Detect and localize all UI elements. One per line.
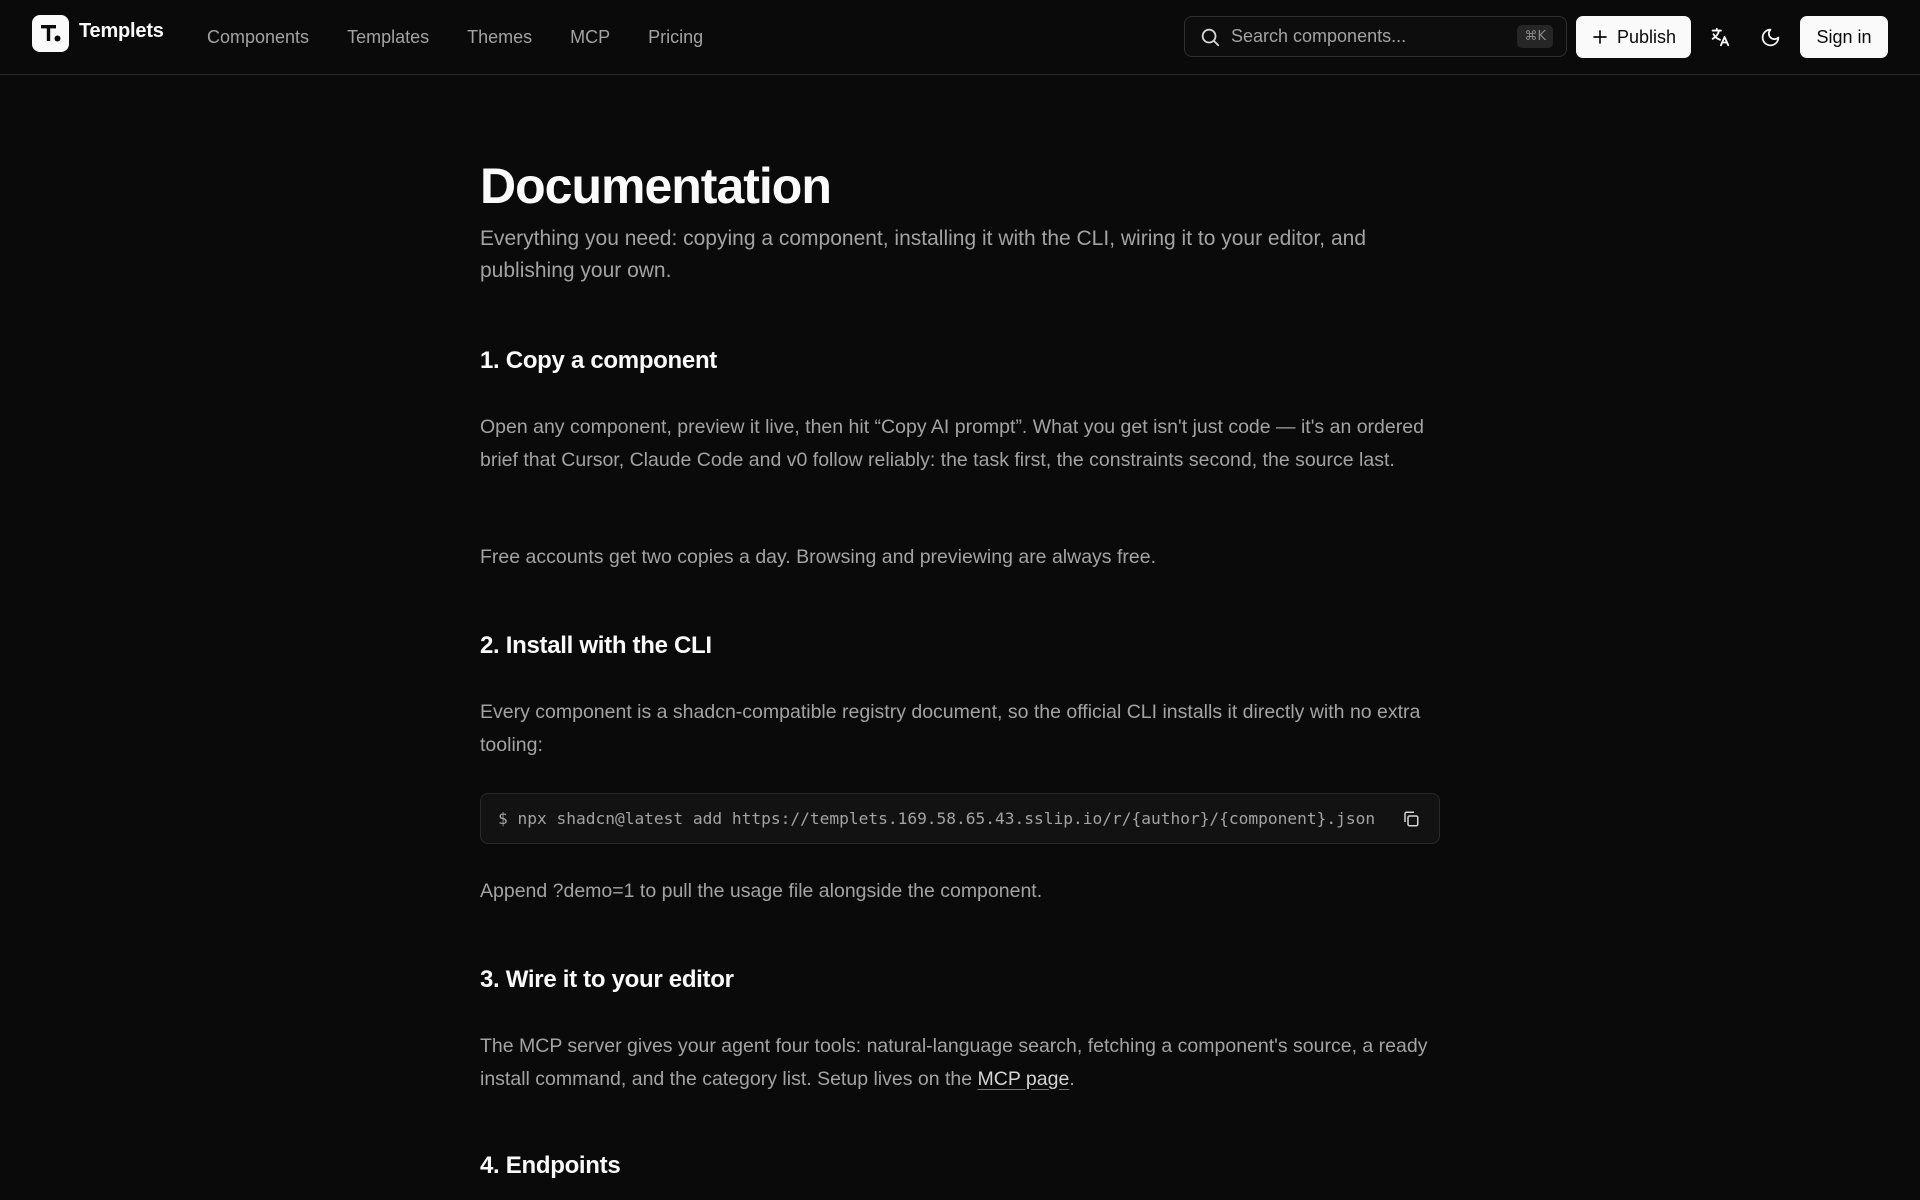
section-heading-cli: 2. Install with the CLI <box>480 632 712 659</box>
nav-link-templates[interactable]: Templates <box>328 27 448 48</box>
top-navbar: Templets Components Templates Themes MCP… <box>0 0 1920 75</box>
brand-name: Templets <box>79 20 164 42</box>
cli-code-block: $ npx shadcn@latest add https://templets… <box>480 793 1440 844</box>
search-shortcut-badge: ⌘K <box>1517 25 1553 48</box>
copy-icon <box>1404 811 1419 826</box>
section-editor-text-end: . <box>1069 1067 1075 1090</box>
nav-link-pricing[interactable]: Pricing <box>629 27 722 48</box>
section-cli-paragraph-1: Every component is a shadcn-compatible r… <box>480 701 1421 756</box>
sign-in-button[interactable]: Sign in <box>1800 16 1888 58</box>
section-heading-copy: 1. Copy a component <box>480 347 717 374</box>
nav-link-components[interactable]: Components <box>188 27 328 48</box>
section-heading-endpoints: 4. Endpoints <box>480 1152 621 1179</box>
translate-icon <box>1711 27 1730 47</box>
main-nav: Components Templates Themes MCP Pricing <box>188 0 722 75</box>
moon-icon <box>1761 28 1779 46</box>
plus-icon <box>1593 30 1607 44</box>
templets-logo-icon <box>32 15 69 52</box>
nav-link-themes[interactable]: Themes <box>448 27 551 48</box>
section-editor-paragraph: The MCP server gives your agent four too… <box>480 1030 1440 1095</box>
mcp-page-link[interactable]: MCP page <box>978 1068 1070 1090</box>
publish-button[interactable]: Publish <box>1576 16 1691 58</box>
search-icon <box>1201 28 1220 46</box>
page-subtitle: Everything you need: copying a component… <box>480 227 1366 282</box>
section-cli-paragraph-2: Append ?demo=1 to pull the usage file al… <box>480 880 1043 902</box>
section-copy-paragraph-1: Open any component, preview it live, the… <box>480 416 1424 471</box>
brand-logo-link[interactable]: Templets <box>32 15 164 52</box>
search-box[interactable]: ⌘K <box>1184 16 1567 57</box>
nav-link-mcp[interactable]: MCP <box>551 27 629 48</box>
section-editor-text: The MCP server gives your agent four too… <box>480 1035 1428 1090</box>
search-input[interactable] <box>1229 25 1518 48</box>
section-heading-editor: 3. Wire it to your editor <box>480 966 734 993</box>
copy-code-button[interactable] <box>1399 807 1423 831</box>
publish-label: Publish <box>1616 26 1677 47</box>
page-title: Documentation <box>480 158 832 214</box>
theme-toggle-button[interactable] <box>1753 20 1787 54</box>
section-copy-paragraph-2: Free accounts get two copies a day. Brow… <box>480 546 1156 568</box>
language-toggle-button[interactable] <box>1703 20 1737 54</box>
cli-command[interactable]: $ npx shadcn@latest add https://templets… <box>498 809 1399 828</box>
